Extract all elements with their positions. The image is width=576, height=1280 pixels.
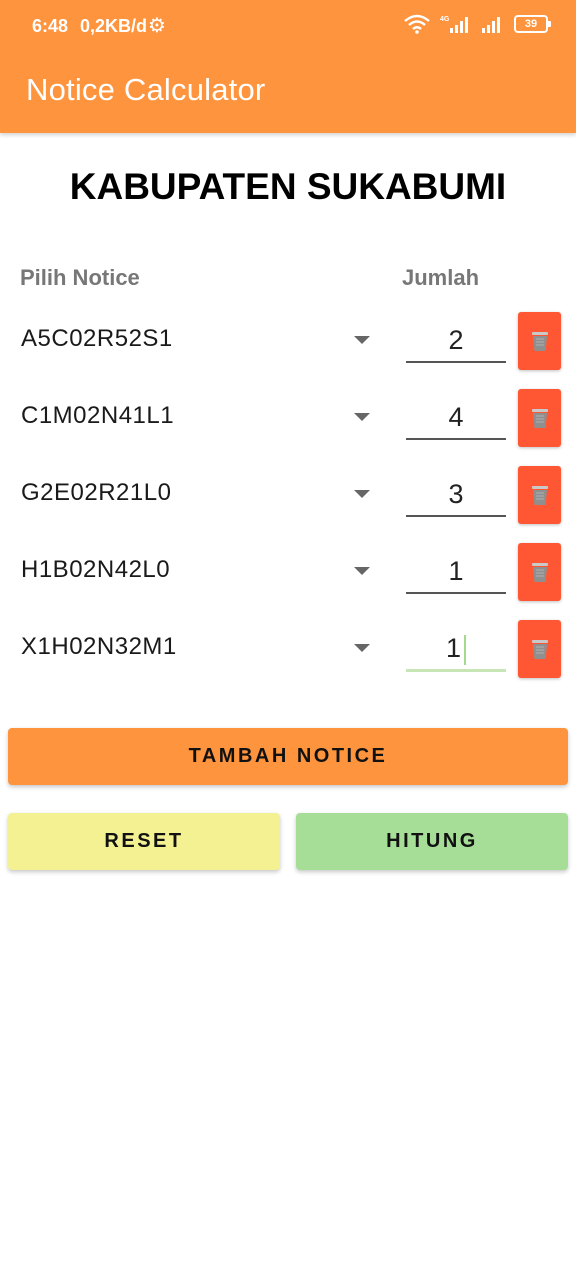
- text-cursor: [464, 634, 467, 665]
- gear-icon: ⚙: [148, 15, 166, 37]
- column-header-notice: Pilih Notice: [20, 265, 140, 290]
- notice-row: G2E02R21L0 3: [0, 465, 576, 535]
- notice-row: X1H02N32M1 1: [0, 619, 576, 689]
- dropdown-arrow-icon[interactable]: [354, 567, 370, 575]
- delete-row-button[interactable]: [518, 466, 561, 524]
- signal-icon: 4G: [440, 16, 468, 33]
- page-heading: KABUPATEN SUKABUMI: [69, 166, 507, 207]
- trash-icon: [531, 409, 548, 428]
- network-type-label: 4G: [440, 16, 450, 23]
- status-icons: 4G 39: [404, 14, 551, 34]
- quantity-input[interactable]: 1: [406, 550, 506, 594]
- add-notice-button[interactable]: TAMBAH NOTICE: [8, 728, 568, 785]
- notice-select[interactable]: G2E02R21L0: [21, 479, 171, 507]
- dropdown-arrow-icon[interactable]: [354, 413, 370, 421]
- signal-icon: [482, 17, 500, 33]
- notice-select[interactable]: A5C02R52S1: [21, 325, 173, 353]
- battery-icon: 39: [514, 15, 551, 33]
- reset-button[interactable]: RESET: [8, 813, 280, 870]
- wifi-icon: [404, 14, 430, 34]
- app-title: Notice Calculator: [26, 72, 266, 107]
- quantity-value: 1: [445, 633, 462, 663]
- dropdown-arrow-icon[interactable]: [354, 336, 370, 344]
- notice-select[interactable]: C1M02N41L1: [21, 402, 174, 430]
- status-time: 6:48: [32, 16, 69, 36]
- trash-icon: [531, 486, 548, 505]
- trash-icon: [531, 640, 548, 659]
- quantity-input[interactable]: 2: [406, 319, 506, 363]
- status-bar: 6:48 0,2KB/d ⚙ 4G 39: [0, 0, 576, 56]
- column-header-amount: Jumlah: [402, 265, 480, 290]
- notice-row: C1M02N41L1 4: [0, 388, 576, 458]
- app-bar: 6:48 0,2KB/d ⚙ 4G 39 Notice Calculator: [0, 0, 576, 133]
- status-data-speed: 0,2KB/d: [80, 16, 148, 36]
- notice-select[interactable]: H1B02N42L0: [21, 556, 170, 584]
- delete-row-button[interactable]: [518, 312, 561, 370]
- notice-row: A5C02R52S1 2: [0, 311, 576, 381]
- quantity-input[interactable]: 3: [406, 473, 506, 517]
- quantity-input[interactable]: 4: [406, 396, 506, 440]
- notice-row: H1B02N42L0 1: [0, 542, 576, 612]
- notice-select[interactable]: X1H02N32M1: [21, 633, 177, 661]
- delete-row-button[interactable]: [518, 543, 561, 601]
- calculate-button[interactable]: HITUNG: [296, 813, 568, 870]
- delete-row-button[interactable]: [518, 389, 561, 447]
- delete-row-button[interactable]: [518, 620, 561, 678]
- dropdown-arrow-icon[interactable]: [354, 644, 370, 652]
- quantity-input[interactable]: 1: [406, 627, 506, 672]
- trash-icon: [531, 563, 548, 582]
- dropdown-arrow-icon[interactable]: [354, 490, 370, 498]
- trash-icon: [531, 332, 548, 351]
